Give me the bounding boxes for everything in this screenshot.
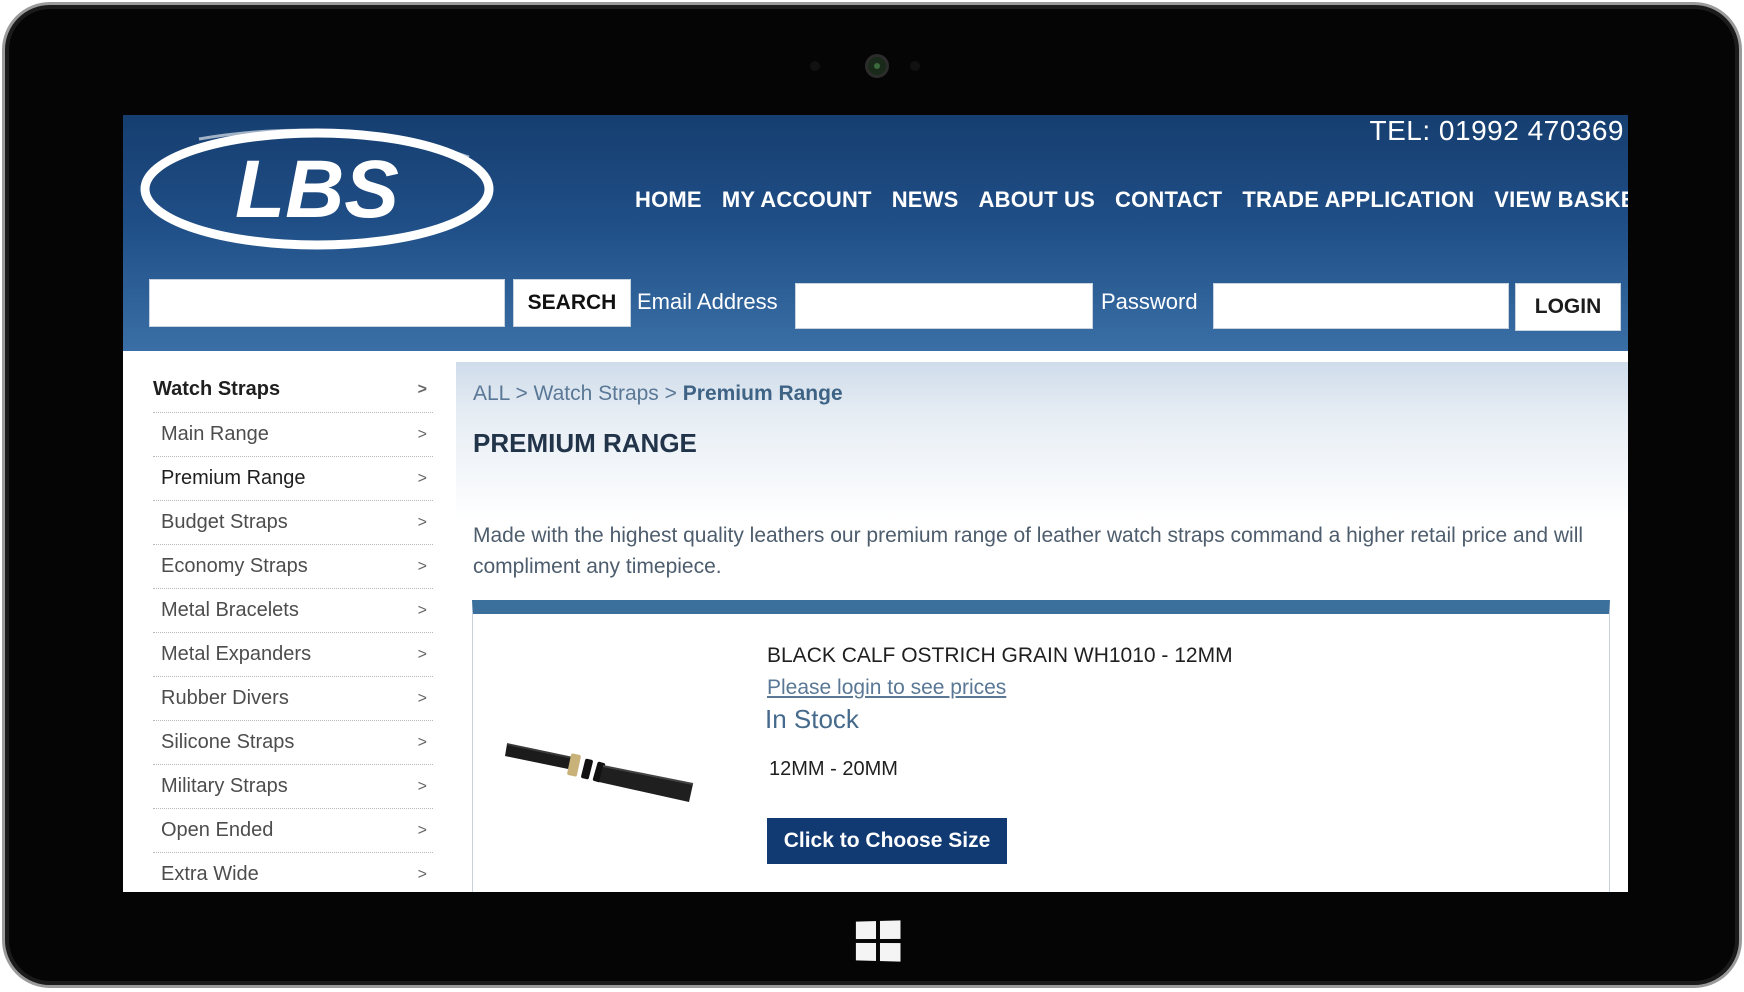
chevron-right-icon: > xyxy=(417,425,427,443)
sidebar-item-main-range[interactable]: Main Range > xyxy=(153,413,433,457)
sidebar-item-label: Metal Expanders xyxy=(161,643,312,665)
search-input[interactable] xyxy=(149,279,505,327)
page-title: PREMIUM RANGE xyxy=(473,428,697,458)
product-name: BLACK CALF OSTRICH GRAIN WH1010 - 12MM xyxy=(767,644,1233,667)
main-nav: HOME MY ACCOUNT NEWS ABOUT US CONTACT TR… xyxy=(635,187,1628,213)
breadcrumb: ALL > Watch Straps > Premium Range xyxy=(473,382,843,406)
chevron-right-icon: > xyxy=(417,601,427,619)
nav-news[interactable]: NEWS xyxy=(892,187,959,213)
sidebar-item-label: Main Range xyxy=(161,423,269,445)
chevron-right-icon: > xyxy=(417,557,427,575)
nav-home[interactable]: HOME xyxy=(635,187,702,213)
nav-contact[interactable]: CONTACT xyxy=(1115,187,1222,213)
email-field[interactable] xyxy=(795,283,1093,329)
sidebar-item-economy-straps[interactable]: Economy Straps > xyxy=(153,545,433,589)
sidebar-item-label: Budget Straps xyxy=(161,511,288,533)
telephone-number: TEL: 01992 470369 xyxy=(1369,115,1624,146)
sidebar-item-label: Silicone Straps xyxy=(161,731,295,753)
sidebar-item-rubber-divers[interactable]: Rubber Divers > xyxy=(153,677,433,721)
site-header: LBS TEL: 01992 470369 HOME MY ACCOUNT NE… xyxy=(123,115,1628,351)
breadcrumb-watch-straps[interactable]: Watch Straps xyxy=(534,382,659,405)
login-button[interactable]: LOGIN xyxy=(1515,283,1621,331)
sidebar-item-label: Metal Bracelets xyxy=(161,599,299,621)
nav-trade-application[interactable]: TRADE APPLICATION xyxy=(1242,187,1474,213)
sidebar-item-label: Economy Straps xyxy=(161,555,308,577)
sidebar-item-budget-straps[interactable]: Budget Straps > xyxy=(153,501,433,545)
sidebar-item-extra-wide[interactable]: Extra Wide > xyxy=(153,853,433,892)
chevron-right-icon: > xyxy=(417,689,427,707)
stock-status: In Stock xyxy=(765,704,859,734)
chevron-right-icon: > xyxy=(417,380,427,398)
product-card: BLACK CALF OSTRICH GRAIN WH1010 - 12MM P… xyxy=(472,600,1610,892)
nav-about-us[interactable]: ABOUT US xyxy=(979,187,1096,213)
password-label: Password xyxy=(1101,289,1198,314)
nav-my-account[interactable]: MY ACCOUNT xyxy=(722,187,872,213)
chevron-right-icon: > xyxy=(417,865,427,883)
sidebar-item-metal-expanders[interactable]: Metal Expanders > xyxy=(153,633,433,677)
nav-view-basket[interactable]: VIEW BASKET xyxy=(1494,187,1628,213)
choose-size-button[interactable]: Click to Choose Size xyxy=(767,818,1007,864)
sidebar-item-silicone-straps[interactable]: Silicone Straps > xyxy=(153,721,433,765)
sidebar-item-label: Military Straps xyxy=(161,775,288,797)
sidebar-item-open-ended[interactable]: Open Ended > xyxy=(153,809,433,853)
main-content: ALL > Watch Straps > Premium Range PREMI… xyxy=(456,362,1628,892)
sidebar-item-premium-range[interactable]: Premium Range > xyxy=(153,457,433,501)
watch-strap-image[interactable] xyxy=(503,704,703,814)
sidebar-heading-label: Watch Straps xyxy=(153,378,281,400)
chevron-right-icon: > xyxy=(417,777,427,795)
breadcrumb-current: Premium Range xyxy=(682,382,843,405)
windows-logo-icon[interactable] xyxy=(855,920,901,962)
chevron-right-icon: > xyxy=(417,821,427,839)
search-button[interactable]: SEARCH xyxy=(513,279,631,327)
chevron-right-icon: > xyxy=(417,645,427,663)
breadcrumb-separator: > xyxy=(664,382,677,405)
product-sizes: 12MM - 20MM xyxy=(769,758,898,780)
sidebar-item-label: Premium Range xyxy=(161,467,306,489)
category-description: Made with the highest quality leathers o… xyxy=(473,524,1584,578)
ambient-sensor xyxy=(910,61,920,71)
chevron-right-icon: > xyxy=(417,733,427,751)
lbs-logo[interactable]: LBS xyxy=(139,127,499,255)
logo-text: LBS xyxy=(235,144,399,235)
sidebar-item-metal-bracelets[interactable]: Metal Bracelets > xyxy=(153,589,433,633)
login-to-see-prices-link[interactable]: Please login to see prices xyxy=(767,676,1006,700)
chevron-right-icon: > xyxy=(417,469,427,487)
sidebar-heading-watch-straps[interactable]: Watch Straps > xyxy=(153,367,433,413)
sidebar-item-label: Open Ended xyxy=(161,819,274,841)
category-sidebar: Watch Straps > Main Range > Premium Rang… xyxy=(153,367,433,892)
ambient-sensor xyxy=(810,61,820,71)
sidebar-item-label: Extra Wide xyxy=(161,863,259,885)
email-label: Email Address xyxy=(637,289,778,314)
password-field[interactable] xyxy=(1213,283,1509,329)
camera-icon xyxy=(865,54,889,78)
chevron-right-icon: > xyxy=(417,513,427,531)
breadcrumb-all[interactable]: ALL xyxy=(473,382,510,405)
sidebar-item-label: Rubber Divers xyxy=(161,687,289,709)
browser-screen: LBS TEL: 01992 470369 HOME MY ACCOUNT NE… xyxy=(123,115,1628,892)
tablet-frame: LBS TEL: 01992 470369 HOME MY ACCOUNT NE… xyxy=(2,2,1742,988)
sidebar-item-military-straps[interactable]: Military Straps > xyxy=(153,765,433,809)
breadcrumb-separator: > xyxy=(515,382,528,405)
